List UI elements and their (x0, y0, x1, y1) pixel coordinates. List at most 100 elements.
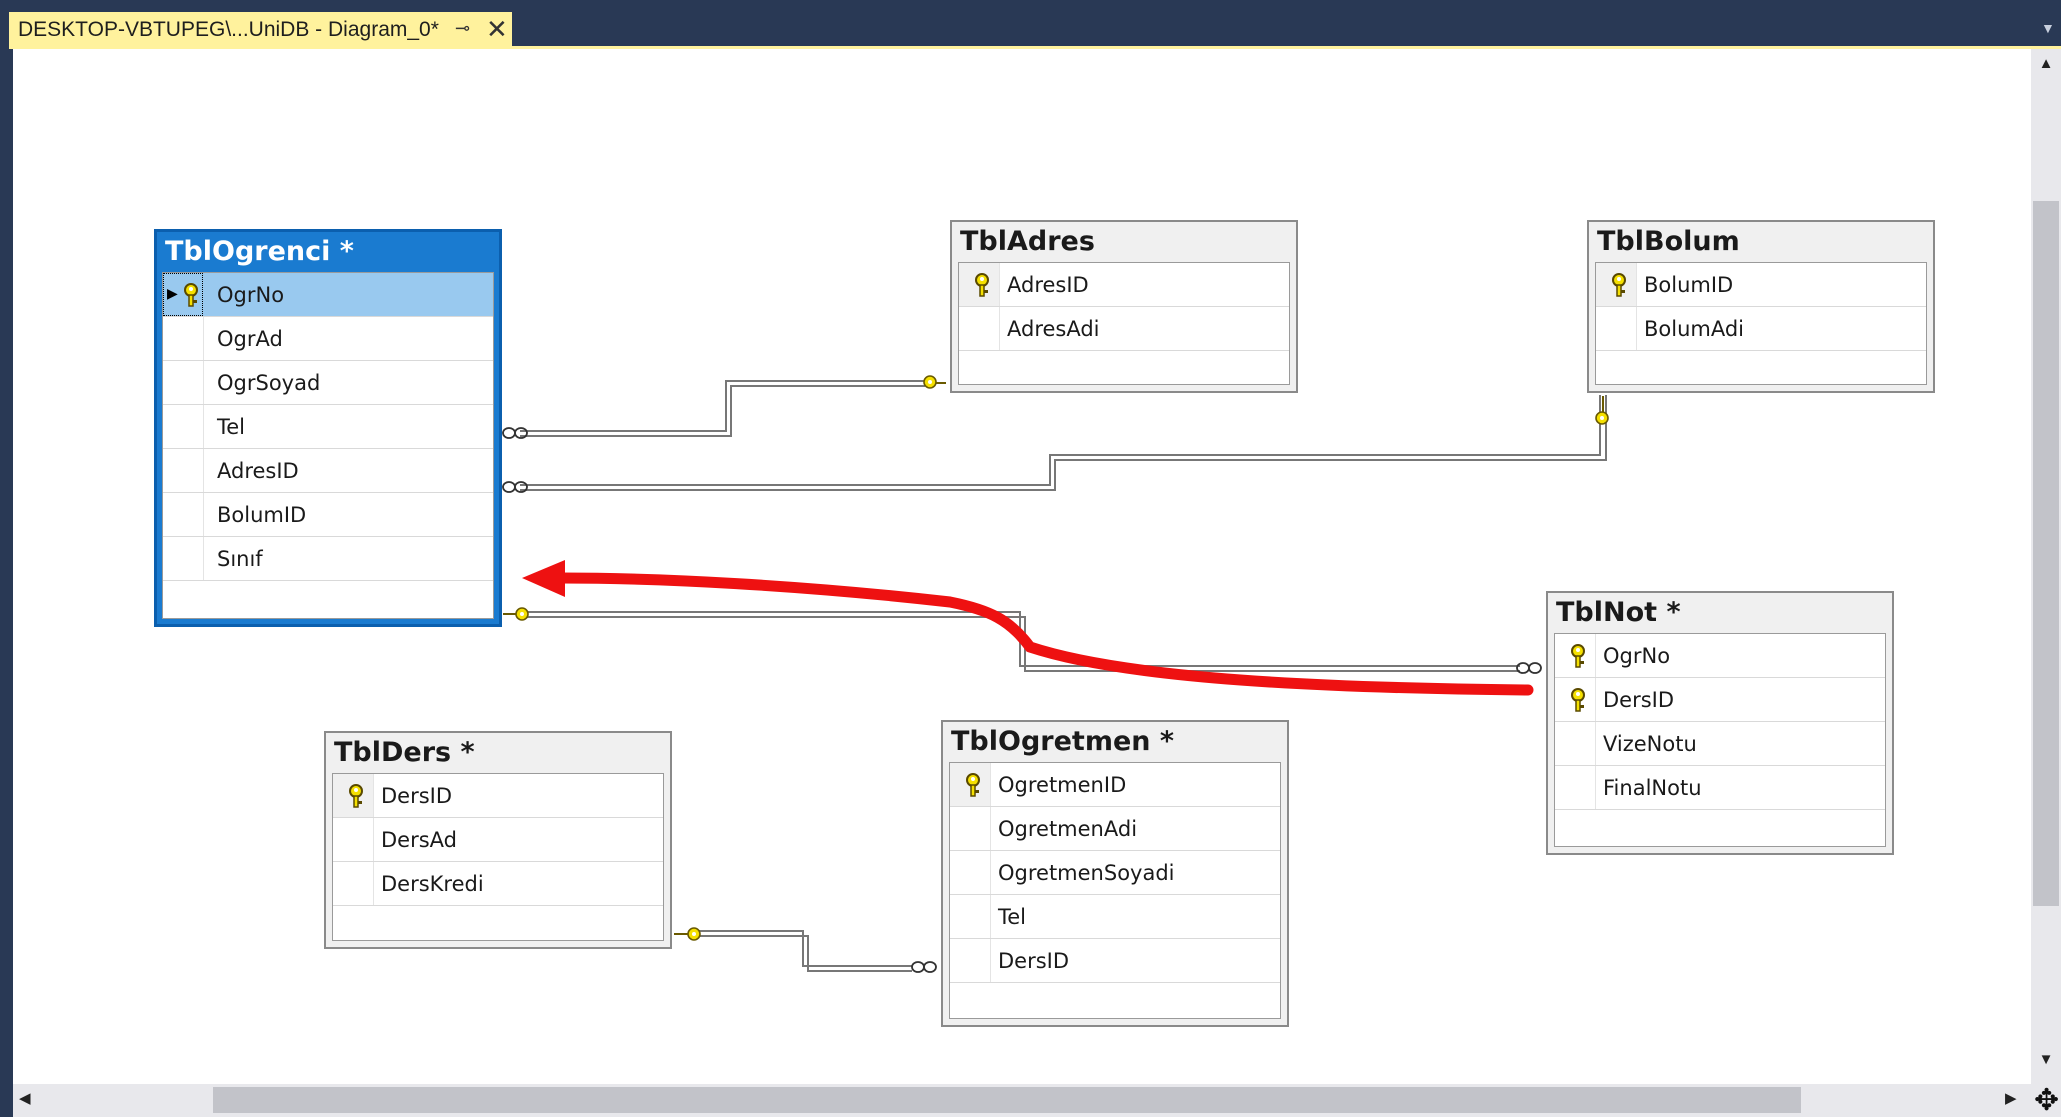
vertical-scrollbar[interactable]: ▲ ▼ (2031, 49, 2061, 1084)
table-title: TblBolum (1597, 226, 1740, 257)
column-name: DersID (381, 784, 453, 808)
column-name: OgrAd (217, 327, 283, 351)
column-name: BolumAdi (1644, 317, 1745, 341)
row-selector[interactable] (950, 851, 991, 894)
column-row[interactable]: BolumID (163, 493, 493, 537)
table-tblogretmen[interactable]: TblOgretmen * OgretmenID OgretmenAdi Ogr… (941, 720, 1289, 1027)
column-row[interactable]: OgrNo (1555, 634, 1885, 678)
column-name: OgretmenSoyadi (998, 861, 1175, 885)
table-title: TblDers * (334, 737, 475, 768)
primary-key-icon (1612, 273, 1626, 297)
table-title: TblOgretmen * (951, 726, 1175, 757)
pan-move-icon[interactable]: ✥ (2034, 1084, 2059, 1117)
column-row[interactable]: DersAd (333, 818, 663, 862)
primary-key-icon (1571, 644, 1585, 668)
scroll-right-arrow-icon[interactable]: ▶ (2005, 1089, 2017, 1107)
column-name: VizeNotu (1603, 732, 1697, 756)
row-selector[interactable] (163, 449, 204, 492)
column-name: OgrNo (217, 283, 285, 307)
column-name: Tel (998, 905, 1027, 929)
primary-key-icon (966, 773, 980, 797)
table-tblbolum[interactable]: TblBolum BolumID BolumAdi (1587, 220, 1935, 393)
column-row[interactable]: VizeNotu (1555, 722, 1885, 766)
row-selector[interactable] (163, 537, 204, 580)
horizontal-scrollbar[interactable]: ◀ ▶ (13, 1084, 2031, 1117)
infinity-icon (1516, 662, 1542, 674)
horizontal-scroll-thumb[interactable] (213, 1087, 1801, 1113)
key-end-icon (503, 607, 529, 621)
column-row[interactable]: ▶ OgrNo (163, 273, 493, 317)
column-row[interactable]: AdresID (163, 449, 493, 493)
column-name: AdresAdi (1007, 317, 1100, 341)
column-row[interactable]: OgrSoyad (163, 361, 493, 405)
row-selector[interactable] (950, 939, 991, 982)
table-title: TblAdres (960, 226, 1095, 257)
column-name: OgretmenAdi (998, 817, 1138, 841)
table-title: TblNot * (1556, 597, 1681, 628)
key-end-icon (923, 375, 946, 389)
relationship-ogrenci-adres[interactable] (520, 380, 925, 437)
column-name: BolumID (1644, 273, 1734, 297)
table-tblders[interactable]: TblDers * DersID DersAd DersKredi (324, 731, 672, 949)
column-row[interactable]: DersKredi (333, 862, 663, 906)
column-grid: AdresID AdresAdi (958, 262, 1290, 385)
vertical-scroll-thumb[interactable] (2033, 201, 2059, 906)
column-name: OgrNo (1603, 644, 1671, 668)
current-row-arrow-icon: ▶ (167, 286, 178, 302)
primary-key-icon (975, 273, 989, 297)
column-name: OgrSoyad (217, 371, 321, 395)
column-row[interactable]: BolumAdi (1596, 307, 1926, 351)
table-tbladres[interactable]: TblAdres AdresID AdresAdi (950, 220, 1298, 393)
scroll-up-arrow-icon[interactable]: ▲ (2036, 55, 2056, 85)
column-grid: DersID DersAd DersKredi (332, 773, 664, 941)
row-selector[interactable] (163, 405, 204, 448)
table-tblnot[interactable]: TblNot * OgrNo DersID VizeNotu FinalNotu (1546, 591, 1894, 855)
row-selector[interactable] (1596, 307, 1637, 350)
column-row[interactable]: DersID (950, 939, 1280, 983)
column-name: OgretmenID (998, 773, 1127, 797)
row-selector[interactable] (959, 307, 1000, 350)
column-row[interactable]: OgretmenID (950, 763, 1280, 807)
column-name: Sınıf (217, 547, 263, 571)
row-selector[interactable] (950, 807, 991, 850)
column-grid: BolumID BolumAdi (1595, 262, 1927, 385)
table-tblogrenci[interactable]: TblOgrenci * ▶ OgrNo OgrAd OgrSoyad Tel … (154, 229, 502, 627)
row-selector[interactable] (163, 361, 204, 404)
column-grid: OgrNo DersID VizeNotu FinalNotu (1554, 633, 1886, 847)
table-title: TblOgrenci * (165, 236, 354, 267)
scroll-down-arrow-icon[interactable]: ▼ (2036, 1051, 2056, 1081)
column-row[interactable]: AdresID (959, 263, 1289, 307)
column-name: DersKredi (381, 872, 484, 896)
scroll-left-arrow-icon[interactable]: ◀ (19, 1089, 31, 1107)
column-row[interactable]: DersID (333, 774, 663, 818)
relationship-ogrenci-bolum[interactable] (520, 395, 1607, 491)
column-name: Tel (217, 415, 246, 439)
key-end-icon (674, 927, 701, 941)
column-row[interactable]: Tel (163, 405, 493, 449)
primary-key-icon (1571, 688, 1585, 712)
column-grid: ▶ OgrNo OgrAd OgrSoyad Tel AdresID Bolum… (162, 272, 494, 619)
column-row[interactable]: BolumID (1596, 263, 1926, 307)
row-selector[interactable] (163, 493, 204, 536)
row-selector[interactable] (163, 317, 204, 360)
column-grid: OgretmenID OgretmenAdi OgretmenSoyadi Te… (949, 762, 1281, 1019)
row-selector[interactable] (333, 862, 374, 905)
relationship-ders-ogretmen[interactable] (690, 930, 912, 972)
navigator-corner[interactable]: ✥ (2031, 1084, 2061, 1117)
column-name: DersAd (381, 828, 457, 852)
column-row[interactable]: OgretmenSoyadi (950, 851, 1280, 895)
column-row[interactable]: FinalNotu (1555, 766, 1885, 810)
row-selector[interactable] (950, 895, 991, 938)
column-row[interactable]: DersID (1555, 678, 1885, 722)
column-row[interactable]: OgretmenAdi (950, 807, 1280, 851)
row-selector[interactable] (333, 818, 374, 861)
column-name: FinalNotu (1603, 776, 1702, 800)
row-selector[interactable] (1555, 722, 1596, 765)
column-name: DersID (998, 949, 1070, 973)
row-selector[interactable] (1555, 766, 1596, 809)
column-row[interactable]: Tel (950, 895, 1280, 939)
column-row[interactable]: OgrAd (163, 317, 493, 361)
column-row[interactable]: Sınıf (163, 537, 493, 581)
column-row[interactable]: AdresAdi (959, 307, 1289, 351)
column-name: AdresID (1007, 273, 1089, 297)
